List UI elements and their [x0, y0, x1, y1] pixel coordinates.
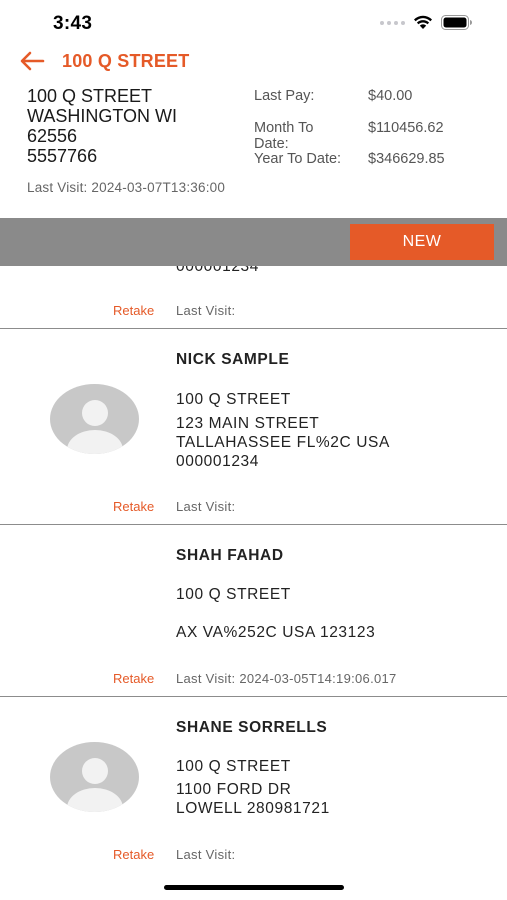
card-name: SHAH FAHAD [176, 547, 284, 564]
customer-list[interactable]: 000001234 Retake Last Visit: NICK SAMPLE… [0, 266, 507, 900]
address-line: 100 Q STREET [27, 86, 153, 106]
address-line: 5557766 [27, 146, 98, 166]
card-name: SHANE SORRELLS [176, 719, 328, 736]
mtd-label-line2: Date: [254, 136, 289, 152]
card-line: AX VA%252C USA 123123 [176, 624, 376, 641]
battery-icon [441, 15, 472, 30]
ytd-label: Year To Date: [254, 151, 342, 167]
card-line: LOWELL 280981721 [176, 800, 330, 817]
retake-link[interactable]: Retake [113, 847, 154, 862]
status-icons [380, 15, 473, 30]
avatar[interactable] [50, 384, 139, 454]
home-indicator[interactable] [164, 885, 344, 890]
address-line: 62556 [27, 126, 78, 146]
account-last-visit: Last Visit: 2024-03-07T13:36:00 [27, 180, 226, 195]
account-address: 100 Q STREET WASHINGTON WI 62556 5557766 [27, 86, 177, 166]
card-line: 000001234 [176, 266, 259, 275]
account-info: 100 Q STREET WASHINGTON WI 62556 5557766… [0, 84, 507, 218]
address-line: WASHINGTON WI [27, 106, 177, 126]
page-title: 100 Q STREET [62, 51, 190, 71]
card-last-visit: Last Visit: [176, 847, 236, 862]
arrow-left-icon[interactable] [18, 50, 46, 72]
card-last-visit: Last Visit: 2024-03-05T14:19:06.017 [176, 671, 397, 686]
card-line: 1100 FORD DR [176, 781, 292, 798]
card-name: NICK SAMPLE [176, 351, 290, 368]
signal-dots-icon [380, 20, 405, 25]
card-line: 100 Q STREET [176, 586, 291, 603]
nav-header: 100 Q STREET [0, 44, 507, 78]
list-item[interactable]: SHAH FAHAD 100 Q STREET AX VA%252C USA 1… [0, 525, 507, 697]
card-line: 100 Q STREET [176, 758, 291, 775]
card-line: 100 Q STREET [176, 391, 291, 408]
card-line: 000001234 [176, 453, 259, 470]
card-line: TALLAHASSEE FL%2C USA [176, 434, 390, 451]
wifi-icon [414, 15, 432, 29]
retake-link[interactable]: Retake [113, 303, 154, 318]
status-time: 3:43 [53, 13, 93, 34]
mtd-label-line1: Month To [254, 120, 314, 136]
avatar[interactable] [50, 742, 139, 812]
retake-link[interactable]: Retake [113, 499, 154, 514]
last-pay-value: $40.00 [368, 88, 413, 104]
card-last-visit: Last Visit: [176, 499, 236, 514]
list-item[interactable]: NICK SAMPLE 100 Q STREET 123 MAIN STREET… [0, 329, 507, 525]
card-last-visit: Last Visit: [176, 303, 236, 318]
list-item[interactable]: 000001234 Retake Last Visit: [0, 266, 507, 329]
ytd-value: $346629.85 [368, 151, 445, 167]
retake-link[interactable]: Retake [113, 671, 154, 686]
last-pay-label: Last Pay: [254, 88, 315, 104]
status-bar: 3:43 [0, 0, 507, 48]
action-bar: NEW [0, 218, 507, 266]
list-item[interactable]: SHANE SORRELLS 100 Q STREET 1100 FORD DR… [0, 697, 507, 882]
mtd-value: $110456.62 [368, 120, 444, 136]
new-button[interactable]: NEW [350, 224, 494, 260]
card-line: 123 MAIN STREET [176, 415, 320, 432]
